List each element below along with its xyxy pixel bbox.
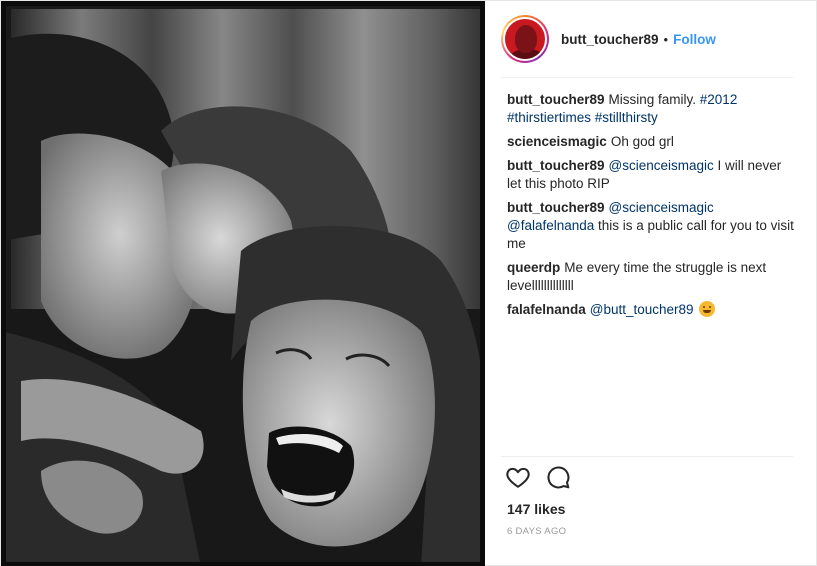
actions-divider <box>501 456 793 457</box>
hashtag-link[interactable]: #2012 <box>700 92 738 107</box>
post-header: butt_toucher89 • Follow <box>501 14 793 64</box>
comment-item: butt_toucher89 @scienceismagic I will nev… <box>507 157 797 193</box>
comment-icon[interactable] <box>545 464 571 490</box>
separator-dot: • <box>663 31 669 47</box>
comment-text: Missing family. <box>608 92 700 107</box>
post-side-panel: butt_toucher89 • Follow butt_toucher89 Mi… <box>485 1 817 566</box>
photobooth-image <box>1 1 485 566</box>
hugging-face-emoji-icon <box>699 301 716 317</box>
comment-user[interactable]: falafelnanda <box>507 302 586 317</box>
hashtag-link[interactable]: #thirstiertimes <box>507 110 591 125</box>
like-count[interactable]: 147 likes <box>507 501 565 517</box>
header-divider <box>501 77 793 78</box>
comment-item: butt_toucher89 @scienceismagic @falafelna… <box>507 199 797 253</box>
comment-user[interactable]: butt_toucher89 <box>507 158 605 173</box>
story-ring[interactable] <box>501 15 549 63</box>
comment-text: Oh god grl <box>610 134 674 149</box>
follow-button[interactable]: Follow <box>673 32 716 47</box>
action-bar <box>505 464 571 490</box>
comment-item: falafelnanda @butt_toucher89 <box>507 301 797 319</box>
post-timestamp[interactable]: 6 DAYS AGO <box>507 526 566 537</box>
caption: butt_toucher89 Missing family. #2012 #thi… <box>507 91 797 127</box>
instagram-post: butt_toucher89 • Follow butt_toucher89 Mi… <box>0 0 817 566</box>
comment-list: butt_toucher89 Missing family. #2012 #thi… <box>507 91 797 325</box>
mention-link[interactable]: @butt_toucher89 <box>590 302 694 317</box>
comment-user[interactable]: scienceismagic <box>507 134 607 149</box>
comment-user[interactable]: queerdp <box>507 260 560 275</box>
hashtag-link[interactable]: #stillthirsty <box>595 110 658 125</box>
comment-user[interactable]: butt_toucher89 <box>507 92 605 107</box>
avatar[interactable] <box>503 17 547 61</box>
mention-link[interactable]: @falafelnanda <box>507 218 594 233</box>
comment-item: scienceismagic Oh god grl <box>507 133 797 151</box>
comment-user[interactable]: butt_toucher89 <box>507 200 605 215</box>
author-handle[interactable]: butt_toucher89 <box>561 32 659 47</box>
mention-link[interactable]: @scienceismagic <box>609 200 714 215</box>
heart-icon[interactable] <box>505 464 531 490</box>
comment-item: queerdp Me every time the struggle is nex… <box>507 259 797 295</box>
post-photo[interactable] <box>1 1 485 566</box>
mention-link[interactable]: @scienceismagic <box>609 158 714 173</box>
